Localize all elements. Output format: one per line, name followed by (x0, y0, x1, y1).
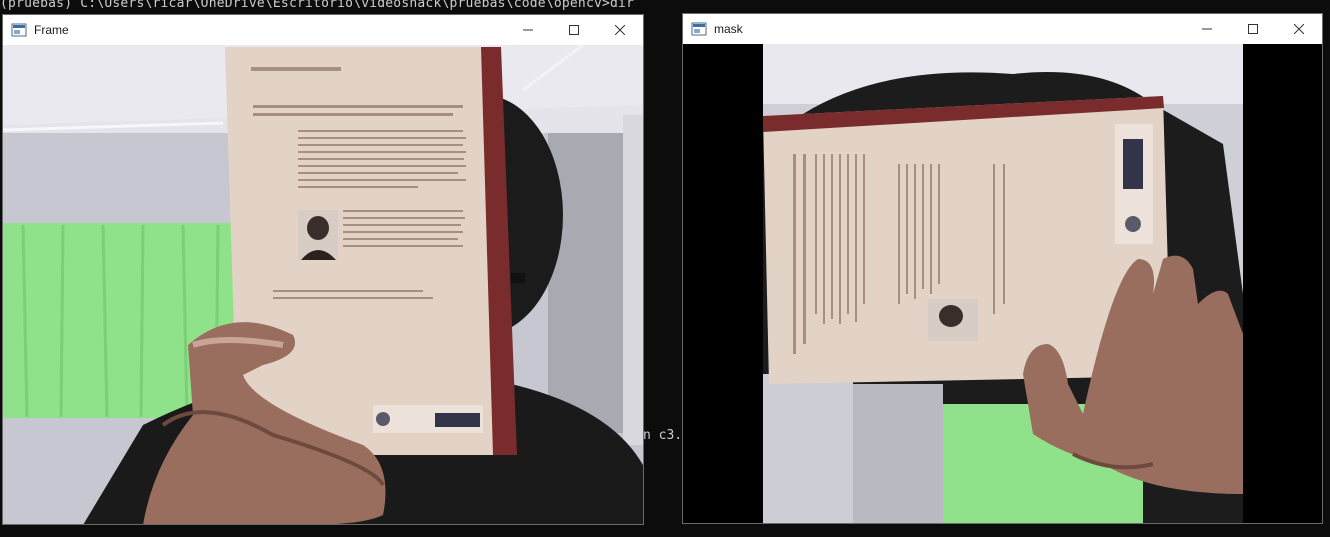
mask-video-feed (683, 44, 1322, 523)
maximize-button[interactable] (1230, 14, 1276, 44)
maximize-icon (1248, 24, 1258, 34)
close-icon (615, 25, 625, 35)
close-icon (1294, 24, 1304, 34)
terminal-output-fragment: n c3. (643, 428, 683, 443)
frame-window-titlebar[interactable]: Frame (3, 15, 643, 45)
minimize-icon (1202, 28, 1212, 30)
frame-window-title: Frame (34, 23, 69, 37)
mask-window[interactable]: mask (682, 13, 1323, 524)
terminal-prompt-line: (pruebas) C:\Users\ricar\OneDrive\Escrit… (0, 0, 635, 11)
frame-video-feed (3, 45, 643, 524)
mask-window-title: mask (714, 22, 743, 36)
minimize-icon (523, 29, 533, 31)
mask-window-titlebar[interactable]: mask (683, 14, 1322, 44)
minimize-button[interactable] (1184, 14, 1230, 44)
close-button[interactable] (1276, 14, 1322, 44)
opencv-window-icon (11, 22, 27, 38)
close-button[interactable] (597, 15, 643, 45)
minimize-button[interactable] (505, 15, 551, 45)
frame-window[interactable]: Frame (2, 14, 644, 525)
maximize-button[interactable] (551, 15, 597, 45)
opencv-window-icon (691, 21, 707, 37)
maximize-icon (569, 25, 579, 35)
mask-camera-image (683, 44, 1322, 523)
frame-camera-image (3, 45, 643, 524)
